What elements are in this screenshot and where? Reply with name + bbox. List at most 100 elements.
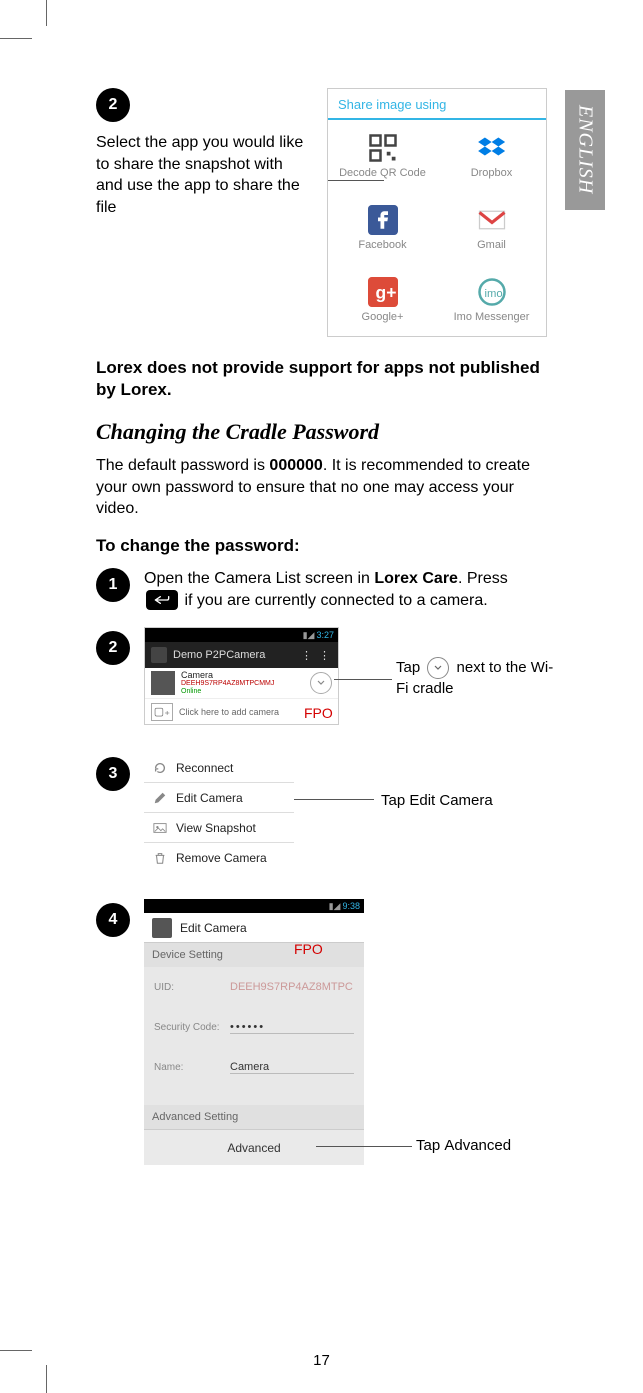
menu-label: Reconnect	[176, 761, 233, 775]
step-badge-4: 4	[96, 903, 130, 937]
leader-line	[328, 180, 384, 181]
facebook-icon	[368, 205, 398, 235]
status-bar: ▮◢3:27	[145, 628, 338, 642]
text: Tap	[416, 1137, 444, 1154]
dropbox-icon	[477, 133, 507, 163]
share-app-label: Dropbox	[471, 167, 513, 179]
text: if you are currently connected to a came…	[180, 592, 488, 609]
title-text: Edit Camera	[180, 921, 247, 935]
share-app-facebook[interactable]: Facebook	[328, 192, 437, 264]
step-badge-1: 1	[96, 568, 130, 602]
camera-settings-chevron-icon[interactable]	[310, 672, 332, 694]
text: Tap	[396, 659, 424, 676]
svg-text:g+: g+	[375, 282, 396, 302]
text: . Press	[458, 570, 508, 587]
refresh-icon	[152, 760, 168, 776]
text: Tap	[381, 792, 409, 809]
crop-mark	[46, 0, 47, 26]
uid-field-row: UID: DEEH9S7RP4AZ8MTPC	[144, 967, 364, 1007]
chevron-down-icon	[427, 657, 449, 679]
menu-item-view-snapshot[interactable]: View Snapshot	[144, 813, 294, 843]
menu-item-reconnect[interactable]: Reconnect	[144, 753, 294, 783]
crop-mark	[0, 38, 32, 39]
crop-mark	[46, 1365, 47, 1393]
support-note: Lorex does not provide support for apps …	[96, 357, 547, 401]
share-app-google-plus[interactable]: g+ Google+	[328, 264, 437, 336]
fpo-label: FPO	[294, 941, 323, 957]
overflow-icon[interactable]: ⋮ ⋮	[301, 649, 332, 662]
camera-icon	[152, 918, 172, 938]
intro-text: The default password is	[96, 457, 269, 474]
app-title: Demo P2PCamera	[173, 649, 265, 661]
add-camera-icon: ▢₊	[151, 703, 173, 721]
gmail-icon	[477, 205, 507, 235]
field-label: Name:	[154, 1062, 230, 1073]
text-bold: Advanced	[444, 1137, 511, 1154]
edit-camera-screenshot: ▮◢9:38 Edit Camera Device Setting UID: D…	[144, 899, 364, 1165]
field-label: UID:	[154, 982, 230, 993]
app-titlebar: Demo P2PCamera ⋮ ⋮	[145, 642, 338, 668]
edit-camera-title: Edit Camera	[144, 913, 364, 943]
section-title: Changing the Cradle Password	[96, 419, 547, 445]
back-icon	[146, 590, 178, 610]
trash-icon	[152, 850, 168, 866]
page-number: 17	[0, 1352, 643, 1369]
step-badge-2: 2	[96, 88, 130, 122]
default-password: 000000	[269, 457, 322, 474]
menu-item-remove-camera[interactable]: Remove Camera	[144, 843, 294, 873]
name-input[interactable]: Camera	[230, 1061, 354, 1074]
imo-icon: imo	[477, 277, 507, 307]
step-badge-3: 3	[96, 757, 130, 791]
subheading: To change the password:	[96, 536, 547, 556]
text: Open the Camera List screen in	[144, 570, 374, 587]
camera-context-menu: Reconnect Edit Camera View Snapshot Remo…	[144, 753, 294, 873]
image-icon	[152, 820, 168, 836]
share-app-decode-qr[interactable]: Decode QR Code	[328, 120, 437, 192]
name-row: Name: Camera	[144, 1047, 364, 1087]
camera-icon	[151, 647, 167, 663]
pencil-icon	[152, 790, 168, 806]
camera-status: Online	[181, 688, 310, 696]
page-content: 2 Select the app you would like to share…	[46, 38, 597, 1351]
text-bold: Edit Camera	[409, 792, 492, 809]
add-camera-label: Click here to add camera	[179, 707, 279, 717]
share-app-label: Google+	[362, 311, 404, 323]
svg-text:imo: imo	[484, 288, 502, 300]
share-app-imo[interactable]: imo Imo Messenger	[437, 264, 546, 336]
leader-line	[334, 679, 392, 680]
share-dialog-title: Share image using	[328, 89, 546, 120]
uid-value: DEEH9S7RP4AZ8MTPC	[230, 981, 354, 993]
camera-thumbnail	[151, 671, 175, 695]
share-app-label: Gmail	[477, 239, 506, 251]
section-header-device: Device Setting	[144, 943, 364, 967]
step-badge-2b: 2	[96, 631, 130, 665]
step-2-callout: Tap next to the Wi-Fi cradle	[396, 657, 556, 699]
share-app-label: Facebook	[358, 239, 406, 251]
security-code-row: Security Code: ••••••	[144, 1007, 364, 1047]
step-4-callout: Tap Advanced	[416, 1136, 511, 1156]
section-intro: The default password is 000000. It is re…	[96, 455, 547, 520]
camera-name: Camera	[181, 671, 310, 681]
app-name: Lorex Care	[374, 570, 458, 587]
share-app-label: Decode QR Code	[339, 167, 426, 179]
camera-list-item[interactable]: Camera DEEH9S7RP4AZ8MTPCMMJ Online	[145, 668, 338, 698]
status-time: 3:27	[316, 630, 334, 640]
security-code-input[interactable]: ••••••	[230, 1021, 354, 1034]
qr-icon	[368, 133, 398, 163]
google-plus-icon: g+	[368, 277, 398, 307]
field-label: Security Code:	[154, 1022, 230, 1033]
share-image-dialog: Share image using Decode QR Code Dropbox	[327, 88, 547, 337]
share-app-gmail[interactable]: Gmail	[437, 192, 546, 264]
crop-mark	[0, 1350, 32, 1351]
menu-label: Remove Camera	[176, 851, 267, 865]
leader-line	[316, 1146, 412, 1147]
share-app-dropbox[interactable]: Dropbox	[437, 120, 546, 192]
leader-line	[294, 799, 374, 800]
section-header-advanced: Advanced Setting	[144, 1105, 364, 1129]
advanced-button[interactable]: Advanced	[144, 1129, 364, 1165]
share-app-label: Imo Messenger	[454, 311, 530, 323]
step-3-callout: Tap Edit Camera	[381, 791, 493, 811]
step-1-text: Open the Camera List screen in Lorex Car…	[144, 568, 547, 611]
menu-item-edit-camera[interactable]: Edit Camera	[144, 783, 294, 813]
camera-uid: DEEH9S7RP4AZ8MTPCMMJ	[181, 680, 310, 688]
